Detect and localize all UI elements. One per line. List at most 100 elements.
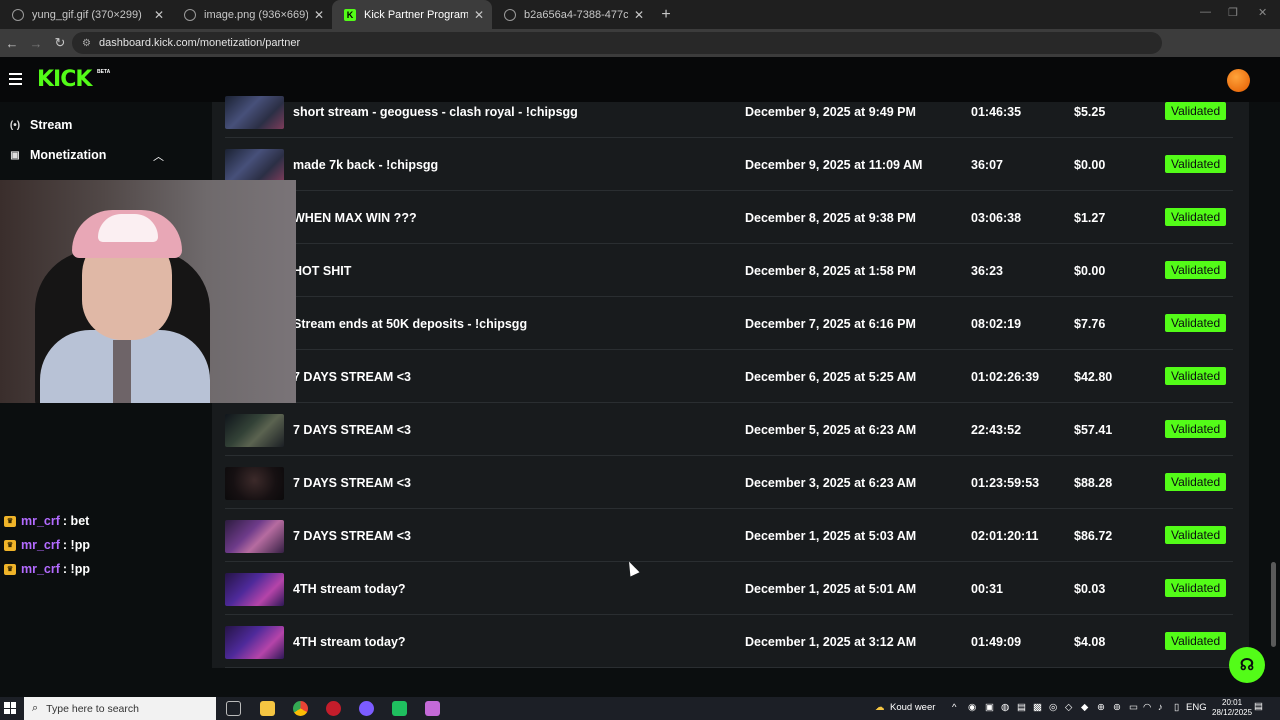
restore-icon[interactable]: ❐ bbox=[1228, 6, 1238, 19]
close-tab-icon[interactable]: ✕ bbox=[154, 8, 164, 22]
tray-app-icon[interactable]: ⊕ bbox=[1097, 702, 1105, 713]
taskbar-clock[interactable]: 20:01 28/12/2025 bbox=[1212, 698, 1252, 718]
browser-tab[interactable]: image.png (936×669) ✕ bbox=[172, 0, 332, 29]
tray-app-icon[interactable]: ◍ bbox=[1001, 702, 1009, 713]
browser-tab-active[interactable]: K Kick Partner Program - Kick Da ✕ bbox=[332, 0, 492, 29]
hamburger-menu-icon[interactable] bbox=[9, 73, 22, 88]
back-arrow-icon[interactable]: ← bbox=[0, 36, 24, 51]
minimize-icon[interactable]: — bbox=[1200, 6, 1211, 18]
globe-icon bbox=[504, 8, 516, 21]
tray-app-icon[interactable]: ▤ bbox=[1017, 702, 1026, 713]
site-info-icon[interactable]: ⚙ bbox=[82, 38, 91, 49]
chevron-up-icon[interactable]: ︿ bbox=[153, 148, 164, 164]
kick-favicon-icon: K bbox=[344, 8, 356, 21]
stream-thumbnail[interactable] bbox=[225, 626, 284, 659]
stream-date: December 9, 2025 at 9:49 PM bbox=[745, 104, 916, 119]
table-row[interactable]: made 7k back - !chipsgg December 9, 2025 … bbox=[225, 138, 1233, 191]
reload-icon[interactable]: ↻ bbox=[48, 35, 72, 51]
windows-start-icon[interactable] bbox=[4, 702, 16, 714]
chat-text: : !pp bbox=[62, 538, 90, 552]
stream-duration: 03:06:38 bbox=[971, 210, 1022, 225]
stream-thumbnail[interactable] bbox=[225, 573, 284, 606]
dollar-icon: ▣ bbox=[10, 149, 20, 161]
stream-earnings: $57.41 bbox=[1074, 422, 1113, 437]
status-badge: Validated bbox=[1165, 579, 1227, 597]
windows-taskbar: ⌕ Type here to search ☁ Koud weer ^ ◉ ▣ … bbox=[0, 697, 1280, 720]
tray-app-icon[interactable]: ◆ bbox=[1081, 702, 1088, 713]
app-pink-icon[interactable] bbox=[425, 701, 440, 716]
stream-earnings: $0.00 bbox=[1074, 157, 1106, 172]
kick-logo[interactable]: KICK bbox=[37, 67, 92, 92]
stream-earnings: $42.80 bbox=[1074, 369, 1113, 384]
table-row[interactable]: 7 DAYS STREAM <3 December 1, 2025 at 5:03… bbox=[225, 509, 1233, 562]
table-row[interactable]: Stream ends at 50K deposits - !chipsgg De… bbox=[225, 297, 1233, 350]
app-purple-icon[interactable] bbox=[359, 701, 374, 716]
chrome-icon[interactable] bbox=[293, 701, 308, 716]
stream-thumbnail[interactable] bbox=[225, 414, 284, 447]
stream-thumbnail[interactable] bbox=[225, 520, 284, 553]
file-explorer-icon[interactable] bbox=[260, 701, 275, 716]
sidebar-item-label: Stream bbox=[30, 118, 73, 132]
table-row[interactable]: WHEN MAX WIN ??? December 8, 2025 at 9:38… bbox=[225, 191, 1233, 244]
stream-duration: 01:46:35 bbox=[971, 104, 1022, 119]
url-field[interactable]: ⚙ dashboard.kick.com/monetization/partne… bbox=[72, 32, 1162, 54]
weather-text[interactable]: Koud weer bbox=[890, 702, 935, 713]
tray-app-icon[interactable]: ▣ bbox=[985, 702, 994, 713]
tray-app-icon[interactable]: ◎ bbox=[1049, 702, 1057, 713]
stream-date: December 8, 2025 at 9:38 PM bbox=[745, 210, 916, 225]
new-tab-button[interactable]: + bbox=[652, 0, 680, 29]
support-chat-button[interactable]: ☊ bbox=[1229, 647, 1265, 683]
status-badge: Validated bbox=[1165, 261, 1227, 279]
browser-tab[interactable]: yung_gif.gif (370×299) ✕ bbox=[0, 0, 172, 29]
browser-tab-bar: yung_gif.gif (370×299) ✕ image.png (936×… bbox=[0, 0, 1280, 29]
chevron-up-tray-icon[interactable]: ^ bbox=[952, 702, 956, 713]
browser-tab[interactable]: b2a656a4-7388-477c-94bc-27 ✕ bbox=[492, 0, 652, 29]
tray-app-icon[interactable]: ⊚ bbox=[1113, 702, 1121, 713]
stream-date: December 7, 2025 at 6:16 PM bbox=[745, 316, 916, 331]
forward-arrow-icon[interactable]: → bbox=[24, 36, 48, 51]
stream-thumbnail[interactable] bbox=[225, 467, 284, 500]
sidebar-item-stream[interactable]: (•) Stream bbox=[8, 118, 72, 132]
table-row[interactable]: HOT SHIT December 8, 2025 at 1:58 PM 36:23… bbox=[225, 244, 1233, 297]
scrollbar-thumb[interactable] bbox=[1271, 562, 1276, 647]
volume-icon[interactable]: ♪ bbox=[1158, 702, 1163, 713]
stream-thumbnail[interactable] bbox=[225, 96, 284, 129]
stream-duration: 00:31 bbox=[971, 581, 1003, 596]
chat-text: : !pp bbox=[62, 562, 90, 576]
battery-icon[interactable]: ▯ bbox=[1174, 702, 1179, 713]
table-row[interactable]: 4TH stream today? December 1, 2025 at 5:0… bbox=[225, 562, 1233, 615]
stream-title: made 7k back - !chipsgg bbox=[293, 157, 439, 172]
stream-thumbnail[interactable] bbox=[225, 149, 284, 182]
sidebar-item-label: Monetization bbox=[30, 148, 107, 162]
stream-duration: 01:02:26:39 bbox=[971, 369, 1040, 384]
table-row[interactable]: 4TH stream today? December 1, 2025 at 3:1… bbox=[225, 615, 1233, 668]
task-view-icon[interactable] bbox=[226, 701, 241, 716]
app-red-icon[interactable] bbox=[326, 701, 341, 716]
notifications-icon[interactable]: ▤ bbox=[1254, 701, 1263, 712]
table-row[interactable]: short stream - geoguess - clash royal - … bbox=[225, 85, 1233, 138]
app-green-icon[interactable] bbox=[392, 701, 407, 716]
taskbar-search-input[interactable]: ⌕ Type here to search bbox=[24, 697, 216, 720]
close-window-icon[interactable]: ✕ bbox=[1258, 6, 1267, 19]
network-icon[interactable]: ▭ bbox=[1129, 702, 1138, 713]
tray-app-icon[interactable]: ◇ bbox=[1065, 702, 1072, 713]
close-tab-icon[interactable]: ✕ bbox=[474, 8, 484, 22]
close-tab-icon[interactable]: ✕ bbox=[634, 8, 644, 22]
sidebar-item-monetization[interactable]: ▣ Monetization bbox=[8, 148, 106, 162]
stream-date: December 5, 2025 at 6:23 AM bbox=[745, 422, 917, 437]
stream-earnings: $86.72 bbox=[1074, 528, 1113, 543]
table-row[interactable]: 7 DAYS STREAM <3 December 5, 2025 at 6:23… bbox=[225, 403, 1233, 456]
crown-badge-icon: ♛ bbox=[4, 515, 16, 527]
wifi-icon[interactable]: ◠ bbox=[1143, 702, 1151, 713]
clock-date: 28/12/2025 bbox=[1212, 708, 1253, 717]
tray-app-icon[interactable]: ▩ bbox=[1033, 702, 1042, 713]
language-indicator[interactable]: ENG bbox=[1186, 702, 1207, 713]
status-badge: Validated bbox=[1165, 314, 1227, 332]
table-row[interactable]: 7 DAYS STREAM <3 December 6, 2025 at 5:25… bbox=[225, 350, 1233, 403]
stream-earnings: $0.03 bbox=[1074, 581, 1106, 596]
address-bar-row: ← → ↻ ⚙ dashboard.kick.com/monetization/… bbox=[0, 29, 1280, 78]
chat-username: mr_crf bbox=[21, 538, 60, 552]
close-tab-icon[interactable]: ✕ bbox=[314, 8, 324, 22]
table-row[interactable]: 7 DAYS STREAM <3 December 3, 2025 at 6:23… bbox=[225, 456, 1233, 509]
tray-app-icon[interactable]: ◉ bbox=[968, 702, 976, 713]
